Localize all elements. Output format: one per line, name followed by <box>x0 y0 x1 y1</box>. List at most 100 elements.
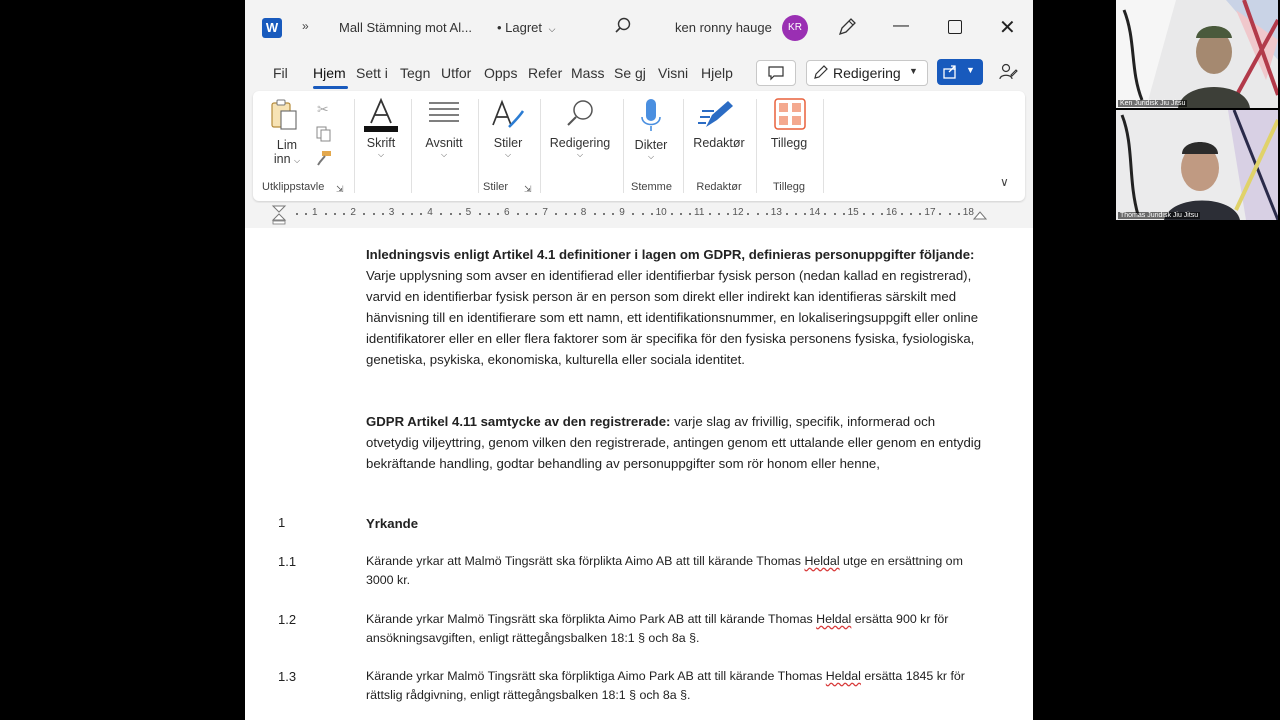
editing-label: Redigering <box>549 136 611 150</box>
ruler-tick <box>842 213 845 215</box>
tab-insert[interactable]: Sett i <box>356 65 392 81</box>
cut-icon[interactable]: ✂ <box>317 101 329 118</box>
close-button[interactable]: ✕ <box>999 15 1016 40</box>
tab-mailings[interactable]: Mass <box>571 65 607 81</box>
clipboard-launcher-icon[interactable]: ⇲ <box>336 184 344 195</box>
font-button[interactable]: Skrift ⌵ <box>361 97 401 177</box>
ruler-number: 6 <box>504 207 510 218</box>
tab-home[interactable]: Hjem <box>313 65 349 81</box>
ruler-tick <box>872 213 874 215</box>
tab-help[interactable]: Hjelp <box>701 65 739 81</box>
ruler-number: 9 <box>619 207 625 218</box>
indent-marker-icon[interactable] <box>271 203 287 225</box>
ruler-tick <box>804 213 807 215</box>
document-title[interactable]: Mall Stämning mot Al... <box>339 20 472 35</box>
minimize-button[interactable]: — <box>893 17 909 35</box>
ruler-tick <box>785 213 788 215</box>
tab-layout[interactable]: Opps <box>484 65 521 81</box>
format-painter-icon[interactable] <box>315 149 333 170</box>
section-number: 1 <box>278 515 286 530</box>
ruler-number: 13 <box>770 207 782 218</box>
ruler-tick <box>411 213 414 215</box>
addins-button[interactable]: Tillegg <box>763 97 815 177</box>
spelling-flag[interactable]: Heldal <box>816 612 851 626</box>
chevron-down-icon: ⌵ <box>504 150 512 159</box>
word-logo-icon: W <box>262 18 282 38</box>
document-page[interactable]: Inledningsvis enligt Artikel 4.1 definit… <box>245 228 1033 720</box>
paste-button[interactable]: Lim inn ⌵ <box>267 97 307 177</box>
claim-number: 1.2 <box>278 612 297 627</box>
clipboard-icon <box>271 99 297 130</box>
ruler-tick <box>910 213 913 215</box>
maximize-button[interactable] <box>948 20 962 34</box>
tab-view[interactable]: Visni <box>658 65 695 81</box>
editor-button[interactable]: Redaktør <box>690 97 748 177</box>
save-state-dropdown[interactable]: • Lagret ⌵ <box>497 20 555 35</box>
ruler-tick <box>650 213 653 215</box>
paragraph-gdpr-definition: Inledningsvis enligt Artikel 4.1 definit… <box>366 244 986 370</box>
claim-text: Kärande yrkar Malmö Tingsrätt ska förpli… <box>366 612 949 645</box>
ruler-tick <box>727 213 730 215</box>
search-icon[interactable] <box>612 15 634 37</box>
copy-icon[interactable] <box>315 125 333 146</box>
editor-pen-icon <box>698 101 733 127</box>
styles-button[interactable]: Stiler ⌵ <box>485 97 531 177</box>
ribbon-collapse-chevron-icon[interactable]: ∨ <box>1000 175 1009 189</box>
ruler-number: 10 <box>655 207 667 218</box>
designer-pen-icon[interactable] <box>836 16 858 38</box>
video-tile-participant-2[interactable]: Thomas Juridisk Jiu Jitsu <box>1116 110 1278 220</box>
claim-text: Kärande yrkar att Malmö Tingsrätt ska fö… <box>366 554 963 587</box>
comments-button[interactable] <box>756 60 796 86</box>
active-tab-indicator <box>313 86 348 89</box>
group-label-editor: Redaktør <box>696 181 742 193</box>
ruler-tick <box>641 213 644 215</box>
tab-draw[interactable]: Tegn <box>400 65 434 81</box>
ruler-tick <box>718 213 721 215</box>
coauthoring-icon[interactable] <box>997 61 1019 83</box>
ruler-number: 4 <box>427 207 433 218</box>
horizontal-ruler[interactable]: 1 2 3 4 5 6 7 8 9 10 11 12 13 14 15 16 17 18 <box>245 203 1033 225</box>
chevron-down-icon: ⌵ <box>548 24 556 34</box>
avatar[interactable]: KR <box>782 15 808 41</box>
share-button[interactable]: ▼ <box>937 59 983 85</box>
group-label-addins: Tillegg <box>773 181 805 193</box>
ruler-tick <box>478 213 481 215</box>
editing-button[interactable]: Redigering ⌵ <box>546 97 614 177</box>
ruler-tick <box>833 213 836 215</box>
comment-icon <box>768 66 784 81</box>
spelling-flag[interactable]: Heldal <box>804 554 839 568</box>
participant-name: Ken Juridisk Jiu Jitsu <box>1118 100 1188 107</box>
claim-number: 1.3 <box>278 669 297 684</box>
tab-references[interactable]: Refer <box>528 65 565 81</box>
paragraph-button[interactable]: Avsnitt ⌵ <box>419 97 469 177</box>
ribbon: Lim inn ⌵ ✂ Utklippstavle ⇲ Skrift ⌵ Avs… <box>253 91 1025 201</box>
tab-review[interactable]: Se gj <box>614 65 651 81</box>
pencil-icon <box>814 65 828 79</box>
addins-grid-icon <box>774 98 806 130</box>
spelling-flag[interactable]: Heldal <box>826 669 861 683</box>
paragraph-heading: Inledningsvis enligt Artikel 4.1 definit… <box>366 247 975 262</box>
ruler-number: 2 <box>350 207 356 218</box>
video-tile-participant-1[interactable]: Ken Juridisk Jiu Jitsu <box>1116 0 1278 108</box>
ruler-tick <box>325 213 327 215</box>
right-indent-marker-icon[interactable] <box>973 209 987 221</box>
ruler-tick <box>363 213 366 215</box>
ruler-tick <box>334 213 337 215</box>
ruler-tick <box>573 213 576 215</box>
tab-file[interactable]: Fil <box>273 65 288 81</box>
ribbon-tabs: Fil Hjem Sett i Tegn Utfor Opps Refer Ma… <box>245 56 1033 90</box>
paste-label: Lim <box>276 138 298 152</box>
chevron-down-icon: ⌵ <box>377 150 385 159</box>
dictate-button[interactable]: Dikter ⌵ <box>631 97 671 177</box>
user-name[interactable]: ken ronny hauge <box>675 20 772 35</box>
editing-mode-button[interactable]: Redigering ▼ <box>806 60 928 86</box>
ruler-tick <box>765 213 768 215</box>
styles-icon <box>492 99 525 128</box>
overflow-chevron-icon[interactable]: » <box>302 19 309 33</box>
chevron-down-icon: ⌵ <box>647 152 655 161</box>
styles-launcher-icon[interactable]: ⇲ <box>524 184 532 195</box>
participant-video-image <box>1116 0 1278 108</box>
group-label-voice: Stemme <box>631 181 672 193</box>
tab-design[interactable]: Utfor <box>441 65 477 81</box>
ruler-tick <box>795 213 798 215</box>
